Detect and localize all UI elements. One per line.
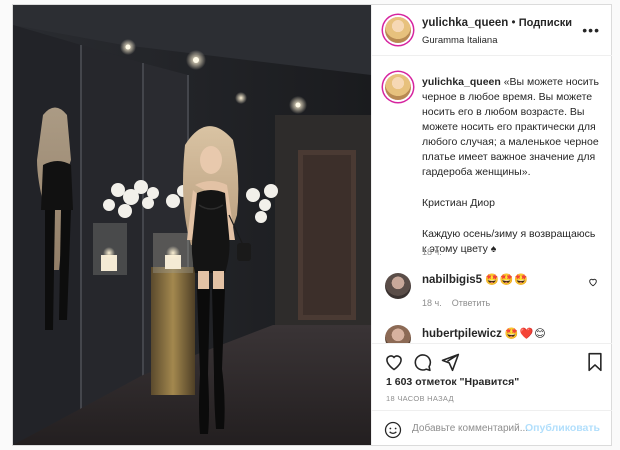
comment-item: hubertpilewicz 🤩❤️😊 xyxy=(422,327,547,341)
author-line: yulichka_queen • Подписки xyxy=(422,17,572,29)
post-photo[interactable] xyxy=(13,5,371,445)
post-header: yulichka_queen • Подписки Guramma Italia… xyxy=(372,5,612,56)
comment-avatar[interactable] xyxy=(385,273,411,299)
separator-dot: • xyxy=(508,17,519,29)
caption-paragraph-1: «Вы можете носить черное в любое время. … xyxy=(422,76,599,178)
likes-count[interactable]: 1 603 отметок "Нравится" xyxy=(386,376,519,388)
action-bar: 1 603 отметок "Нравится" 18 ЧАСОВ НАЗАД … xyxy=(372,343,612,446)
emoji-smile-icon[interactable] xyxy=(384,421,402,439)
caption-text: yulichka_queen «Вы можете носить черное … xyxy=(422,75,600,273)
comment-avatar[interactable] xyxy=(385,325,411,343)
like-heart-icon[interactable] xyxy=(384,352,404,372)
add-comment-bar: Опубликовать xyxy=(372,410,612,447)
comment-text: 🤩❤️😊 xyxy=(504,328,547,340)
following-button[interactable]: Подписки xyxy=(519,17,572,29)
comment-text: 🤩🤩🤩 xyxy=(485,274,530,286)
caption-avatar[interactable] xyxy=(385,74,411,100)
comments-section[interactable]: yulichka_queen «Вы можете носить черное … xyxy=(372,55,612,343)
comment-username[interactable]: hubertpilewicz xyxy=(422,328,502,340)
caption-paragraph-2: Кристиан Диор xyxy=(422,197,495,209)
more-options-icon[interactable]: ••• xyxy=(582,22,600,38)
post-modal: yulichka_queen • Подписки Guramma Italia… xyxy=(12,4,612,446)
author-username[interactable]: yulichka_queen xyxy=(422,17,508,29)
comment-input[interactable] xyxy=(412,420,540,436)
comment-meta: 18 ч. Ответить xyxy=(422,298,500,308)
caption-paragraph-3: Каждую осень/зиму я возвращаюсь к этому … xyxy=(422,228,596,255)
post-time[interactable]: 18 ЧАСОВ НАЗАД xyxy=(386,394,454,403)
publish-button[interactable]: Опубликовать xyxy=(525,422,600,434)
post-sidebar: yulichka_queen • Подписки Guramma Italia… xyxy=(371,5,612,445)
post-location[interactable]: Guramma Italiana xyxy=(422,35,498,46)
photo-scene xyxy=(13,5,371,445)
reply-button[interactable]: Ответить xyxy=(452,298,490,308)
comment-username[interactable]: nabilbigis5 xyxy=(422,274,482,286)
caption-time[interactable]: 18 ч. xyxy=(422,247,442,257)
share-send-icon[interactable] xyxy=(440,352,460,372)
comment-bubble-icon[interactable] xyxy=(412,352,432,372)
bookmark-icon[interactable] xyxy=(586,352,604,372)
caption-username[interactable]: yulichka_queen xyxy=(422,76,501,88)
comment-time[interactable]: 18 ч. xyxy=(422,298,442,308)
author-avatar[interactable] xyxy=(385,17,411,43)
comment-like-heart-icon[interactable] xyxy=(588,277,598,287)
comment-item: nabilbigis5 🤩🤩🤩 xyxy=(422,273,529,287)
